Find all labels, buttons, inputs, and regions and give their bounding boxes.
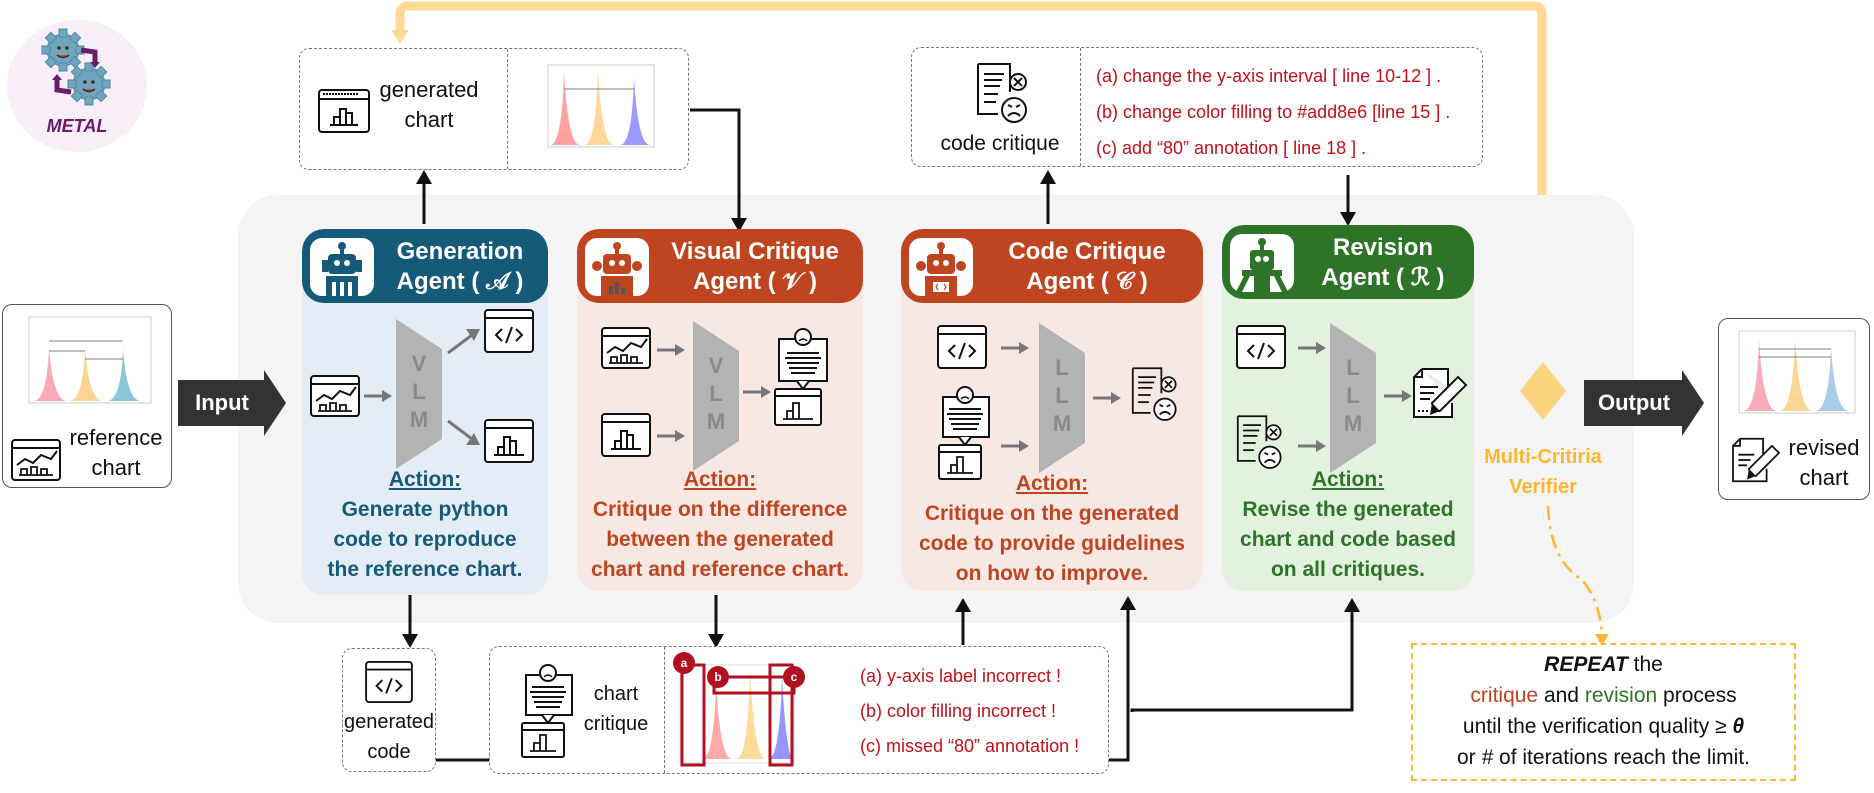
chart-critique-icon [521,664,573,758]
repeat-line-3: until the verification quality ≥ θ [1413,711,1794,742]
marker-a: a [681,656,688,670]
text: or [1457,746,1482,769]
repeat-line-2: critique and revision process [1413,680,1794,711]
label-line-1: generated [343,711,435,733]
critique-word: critique [1470,684,1539,707]
revised-chart-thumbnail [1738,330,1856,414]
chart-critique-item: (c) missed “80” annotation ! [860,736,1080,756]
repeat-keyword: REPEAT [1544,653,1628,676]
revision-word: revision [1584,684,1658,707]
hash-symbol: # [1481,746,1494,769]
text: until the verification quality ≥ [1462,715,1733,738]
output-arrow: Output [1584,370,1706,436]
chart-critique-item: (b) color filling incorrect ! [860,701,1057,721]
chart-critique-box: chart critique a b c (a) y-axis label in… [489,646,1109,774]
output-arrow-label: Output [1584,380,1684,426]
revised-chart-label: revised chart [1781,433,1867,493]
chart-critique-label: chart critique [574,679,658,739]
text: process [1657,684,1737,707]
marker-b: b [714,670,721,684]
repeat-condition-box: REPEAT the critique and revision process… [1411,643,1796,781]
label-line-2: chart [1799,465,1849,490]
label-line-2: critique [583,713,649,735]
revised-chart-box: revised chart [1718,318,1870,500]
marker-c: c [791,670,798,684]
annotated-chart-thumbnail: a b c [673,652,805,767]
text: and [1538,684,1585,707]
label-line-2: code [367,741,411,763]
chart-critique-item: (a) y-axis label incorrect ! [860,666,1062,686]
theta-symbol: θ [1732,715,1745,738]
text: the [1627,653,1663,676]
chart-critique-items: (a) y-axis label incorrect ! (b) color f… [860,659,1079,764]
code-window-icon [365,661,413,703]
generated-code-label: generated code [343,707,435,767]
label-line-1: revised [1788,435,1860,460]
divider [664,647,665,773]
arrow-head [1682,370,1704,436]
repeat-line-4: or # of iterations reach the limit. [1413,742,1794,773]
label-line-1: chart [593,683,639,705]
repeat-line-1: REPEAT the [1413,649,1794,680]
document-edit-icon [1732,437,1781,483]
generated-code-box: generated code [342,648,436,772]
text: of iterations reach the limit. [1493,746,1750,769]
